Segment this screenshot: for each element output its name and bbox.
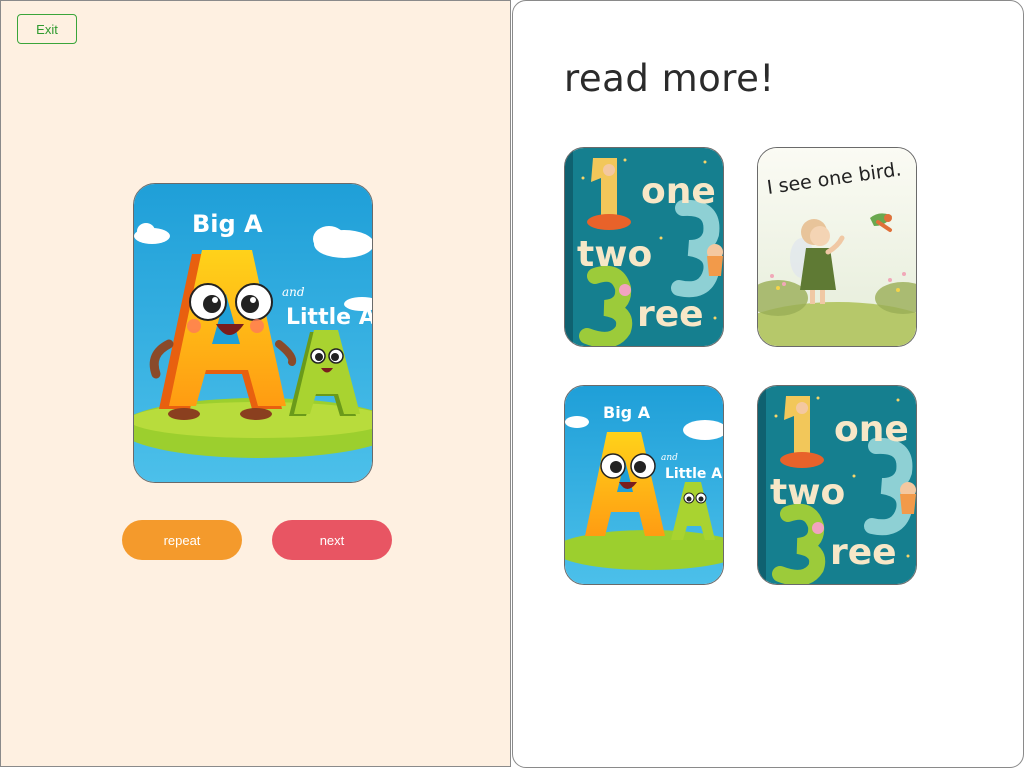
book-thumb-one-two-three-2[interactable]: one two ree: [757, 385, 917, 585]
current-book-cover: Big A and Little A: [133, 183, 373, 483]
big-a-little-a-illustration: Big A and Little A: [134, 184, 373, 482]
big-a-little-a-thumb-illustration: Big A and Little A: [565, 386, 723, 584]
read-more-heading: read more!: [564, 57, 775, 100]
book-thumb-one-two-three[interactable]: one two ree: [564, 147, 724, 347]
svg-text:Big A: Big A: [603, 403, 651, 422]
fairy-and-bird-illustration: I see one bird.: [758, 148, 916, 346]
svg-text:and: and: [661, 453, 678, 463]
numbers-cover-illustration-2: one two ree: [758, 386, 916, 584]
svg-text:one: one: [834, 409, 909, 450]
read-more-panel: read more! one two ree I see one bird. B…: [512, 0, 1024, 768]
svg-text:Little A: Little A: [665, 466, 722, 482]
repeat-button[interactable]: repeat: [122, 520, 242, 560]
svg-text:ree: ree: [830, 532, 897, 573]
numbers-cover-illustration: one two ree: [565, 148, 723, 346]
svg-text:Big A: Big A: [192, 210, 263, 238]
svg-text:and: and: [282, 285, 305, 299]
svg-text:one: one: [641, 171, 716, 212]
svg-text:ree: ree: [637, 294, 704, 335]
current-book-panel: Exit Big A and Little A repeat next: [0, 0, 511, 767]
svg-text:two: two: [577, 234, 652, 275]
next-button[interactable]: next: [272, 520, 392, 560]
book-thumb-big-a-little-a[interactable]: Big A and Little A: [564, 385, 724, 585]
svg-text:Little A: Little A: [286, 305, 373, 330]
exit-button[interactable]: Exit: [17, 14, 77, 44]
svg-text:two: two: [770, 472, 845, 513]
book-thumb-i-see-one-bird[interactable]: I see one bird.: [757, 147, 917, 347]
